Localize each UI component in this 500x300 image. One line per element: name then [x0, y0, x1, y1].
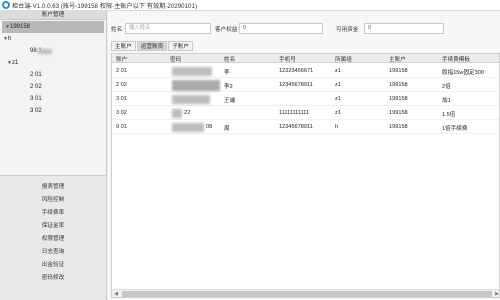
cell-main-account: 199158	[389, 82, 408, 88]
cell-main-account: 199158	[389, 124, 408, 130]
table-row[interactable]: 2 01 李 12323456671 z1 199158 股指15w固定300	[112, 64, 499, 78]
tree-node-child[interactable]: 3 01	[30, 93, 42, 105]
tree-header: 账户管理	[0, 11, 106, 20]
cell-account: 9 01	[116, 124, 127, 130]
redaction	[172, 67, 212, 76]
cell-fee-template: 1倍手续费	[442, 126, 468, 132]
menu-log-query[interactable]: 日志查询	[0, 246, 106, 259]
title-bar: 柜台端-V1.0.0.63 (账号-199158 权限-主账户以下 有效期-20…	[0, 0, 500, 11]
col-group[interactable]: 所属组	[335, 55, 352, 63]
function-menu: 报表管理 风险控制 手续费率 保证金率 权限管理 日志查询 出金验证 密码修改	[0, 181, 106, 285]
col-main-account[interactable]: 主账户	[389, 55, 406, 63]
cell-name: 李	[224, 70, 230, 76]
available-funds-field[interactable]: 0	[364, 23, 444, 34]
col-account[interactable]: 账户	[116, 55, 127, 63]
cell-main-account: 199158	[389, 68, 408, 74]
menu-reports[interactable]: 报表管理	[0, 181, 106, 194]
cell-name: 李2	[224, 84, 233, 90]
scroll-left-icon[interactable]: ◀	[112, 290, 120, 297]
available-funds-label: 可用资金	[336, 27, 359, 33]
tree-node-child[interactable]: 2 02	[30, 81, 42, 93]
redaction	[172, 123, 204, 132]
menu-risk-control[interactable]: 风险控制	[0, 194, 106, 207]
tree-node-label: z1	[12, 60, 19, 66]
table-row[interactable]: 9 01 08 周 12345678911 h 199158 1倍手续费	[112, 120, 499, 134]
cell-group: z1	[335, 82, 341, 88]
cell-account: 2 01	[116, 68, 127, 74]
tree-node-label: 199158	[10, 24, 31, 30]
equity-label: 客户权益	[215, 27, 238, 33]
col-name[interactable]: 姓名	[224, 55, 235, 63]
app-logo-icon	[2, 1, 10, 9]
cell-group: z1	[335, 96, 341, 102]
cell-group: h	[335, 124, 339, 130]
name-search-input[interactable]: 输入姓名	[125, 23, 211, 34]
redaction	[172, 109, 182, 118]
account-tree: 账户管理 ▼199158 ▼h 98 1 ▼z1 2 01 2 02 3 01 …	[0, 11, 106, 176]
tree-node-label: 2 01	[30, 72, 42, 78]
cell-name: 王端	[224, 98, 236, 104]
tree-node-label: 2 02	[30, 84, 42, 90]
filter-bar: 姓名 输入姓名 客户权益 0 可用资金 0	[108, 23, 500, 35]
cell-phone: 12345678911	[279, 124, 313, 130]
tab-operator[interactable]: 运营账员	[136, 41, 168, 51]
scroll-right-icon[interactable]: ▶	[493, 290, 499, 297]
cell-phone: 11111111111	[279, 110, 310, 116]
tree-node-z1[interactable]: ▼z1	[7, 57, 18, 69]
col-fee-template[interactable]: 手续费模板	[442, 55, 470, 63]
tree-node-child[interactable]: 3 02	[30, 105, 42, 117]
cell-fee-template: 1.5倍	[442, 112, 456, 118]
cell-main-account: 199158	[389, 110, 408, 116]
tab-main-account[interactable]: 主账户	[111, 41, 136, 51]
cell-group: z1	[335, 68, 341, 74]
cell-phone: 12345678911	[279, 82, 313, 88]
equity-field[interactable]: 0	[239, 23, 323, 34]
tree-node-child[interactable]: 2 01	[30, 69, 42, 81]
account-table: 账户 密码 姓名 手机号 所属组 主账户 手续费模板 2 01 李 123234…	[111, 53, 500, 298]
menu-commission-rate[interactable]: 手续费率	[0, 207, 106, 220]
cell-fee-template: 股指15w固定300	[442, 70, 484, 76]
menu-permissions[interactable]: 权限管理	[0, 233, 106, 246]
table-header: 账户 密码 姓名 手机号 所属组 主账户 手续费模板	[112, 54, 499, 63]
cell-main-account: 199158	[389, 96, 408, 102]
cell-password: 22	[184, 110, 191, 116]
cell-password: 08	[206, 124, 213, 130]
tree-node-root[interactable]: ▼199158	[2, 21, 104, 33]
cell-fee-template: 2倍	[442, 84, 451, 90]
main-panel: 姓名 输入姓名 客户权益 0 可用资金 0 主账户 运营账员 子账户 账户 密码…	[108, 11, 500, 300]
col-password[interactable]: 密码	[170, 55, 181, 63]
redaction	[172, 80, 220, 91]
menu-margin-rate[interactable]: 保证金率	[0, 220, 106, 233]
menu-withdraw-verify[interactable]: 出金验证	[0, 259, 106, 272]
cell-account: 3 02	[116, 110, 127, 116]
cell-phone: 12323456671	[279, 68, 314, 74]
name-label: 姓名	[111, 27, 123, 33]
cell-name: 周	[224, 126, 230, 132]
cell-fee-template: 加1	[442, 98, 451, 104]
table-row[interactable]: 3 01 王端 z1 199158 加1	[112, 92, 499, 106]
tree-node-label: h	[8, 36, 12, 42]
horizontal-scrollbar[interactable]: ◀ ▶	[112, 289, 499, 297]
col-phone[interactable]: 手机号	[279, 55, 296, 63]
table-row[interactable]: 2 02 李2 12345678911 z1 199158 2倍	[112, 78, 499, 92]
account-type-tabs: 主账户 运营账员 子账户	[111, 41, 193, 51]
window-title: 柜台端-V1.0.0.63 (账号-199158 权限-主账户以下 有效期-20…	[12, 2, 197, 10]
menu-change-password[interactable]: 密码修改	[0, 272, 106, 285]
cell-account: 3 01	[116, 96, 127, 102]
cell-group: z1	[335, 110, 341, 116]
table-row[interactable]: 3 02 22 11111111111 z1 199158 1.5倍	[112, 106, 499, 120]
redaction	[38, 49, 52, 54]
tree-node-h[interactable]: ▼h	[3, 33, 11, 45]
cell-account: 2 02	[116, 82, 127, 88]
tab-sub-account[interactable]: 子账户	[168, 41, 193, 51]
tree-node-label: 3 01	[30, 96, 42, 102]
sidebar: 账户管理 ▼199158 ▼h 98 1 ▼z1 2 01 2 02 3 01 …	[0, 11, 107, 300]
redaction	[172, 95, 210, 104]
tree-node-label: 3 02	[30, 108, 42, 114]
scrollbar-thumb[interactable]	[122, 291, 492, 297]
